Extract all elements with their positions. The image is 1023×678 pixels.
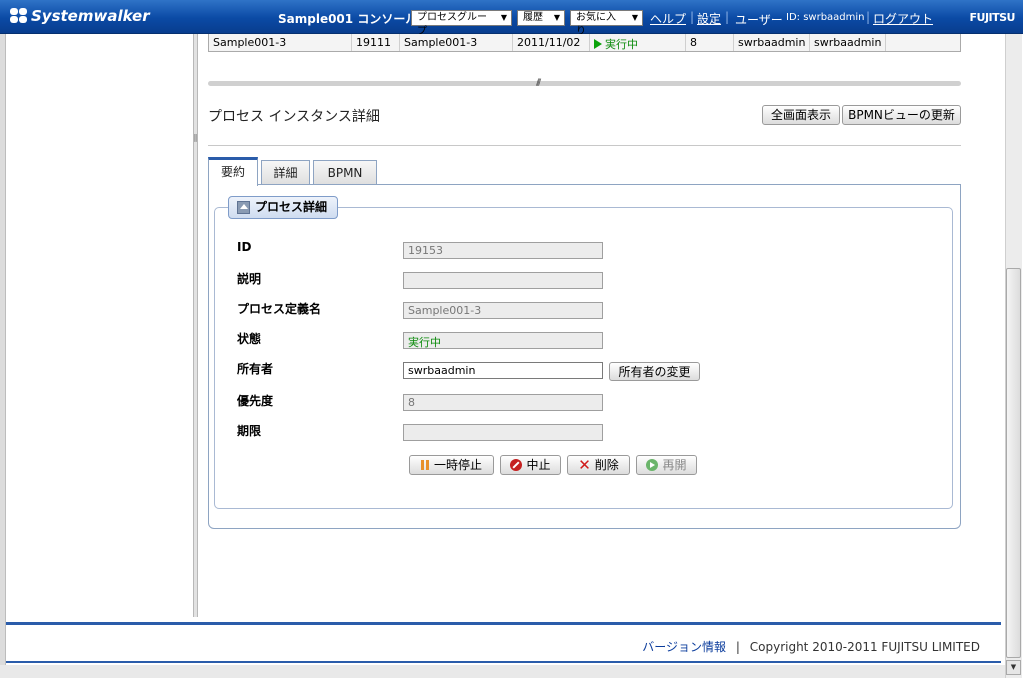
- console-title: Sample001 コンソール: [278, 12, 418, 26]
- cell-process-name: Sample001-3: [209, 34, 352, 51]
- refresh-bpmn-button[interactable]: BPMNビューの更新: [842, 105, 961, 125]
- priority-field: 8: [403, 394, 603, 411]
- page-title: プロセス インスタンス詳細: [208, 109, 380, 125]
- id-field: 19153: [403, 242, 603, 259]
- abort-button[interactable]: 中止: [500, 455, 561, 475]
- definition-name-field: Sample001-3: [403, 302, 603, 319]
- chevron-down-icon: ▼: [631, 13, 638, 22]
- id-label: ID: [237, 240, 252, 254]
- chevron-down-icon: ▼: [500, 13, 507, 22]
- horizontal-splitter[interactable]: [208, 81, 961, 86]
- navigation-panel: [6, 34, 193, 617]
- scroll-down-icon[interactable]: ▼: [1006, 660, 1021, 675]
- history-menu-label: 履歴: [523, 12, 543, 23]
- footer-text: バージョン情報 | Copyright 2010-2011 FUJITSU LI…: [642, 638, 980, 655]
- pause-icon: [420, 460, 430, 470]
- copyright: Copyright 2010-2011 FUJITSU LIMITED: [749, 640, 980, 654]
- delete-button[interactable]: ✕ 削除: [567, 455, 630, 475]
- process-details-legend[interactable]: プロセス詳細: [228, 196, 339, 219]
- status-text: 実行中: [605, 38, 638, 51]
- history-menu[interactable]: 履歴 ▼: [517, 10, 565, 26]
- running-status-icon: [594, 39, 602, 49]
- due-date-field: [403, 424, 603, 441]
- settings-link[interactable]: 設定: [697, 10, 721, 27]
- table-row[interactable]: Sample001-3 19111 Sample001-3 2011/11/02…: [208, 34, 961, 52]
- due-date-label: 期限: [237, 424, 262, 438]
- fujitsu-logo: FUJITSU: [969, 11, 1016, 24]
- cell-definition: Sample001-3: [400, 34, 513, 51]
- cell-process-id: 19111: [352, 34, 400, 51]
- window-bottom-border: [0, 665, 1005, 678]
- priority-label: 優先度: [237, 394, 274, 408]
- definition-name-label: プロセス定義名: [237, 302, 322, 316]
- delete-label: 削除: [594, 458, 619, 472]
- section-divider: [208, 145, 961, 146]
- collapse-icon[interactable]: [237, 201, 250, 214]
- header-separator: |: [725, 10, 730, 24]
- close-icon: ✕: [578, 456, 591, 474]
- suspend-label: 一時停止: [433, 458, 482, 472]
- tab-details[interactable]: 詳細: [261, 160, 310, 185]
- app-header: Systemwalker Sample001 コンソール プロセスグループ ▼ …: [0, 0, 1023, 37]
- scrollbar-thumb[interactable]: [1006, 268, 1021, 658]
- splitter-grip-icon[interactable]: ///: [536, 78, 541, 88]
- cell-priority: 8: [686, 34, 734, 51]
- tab-bpmn[interactable]: BPMN: [313, 160, 377, 185]
- fieldset-title: プロセス詳細: [255, 200, 328, 214]
- header-separator: |: [866, 10, 871, 24]
- brand-name: Systemwalker: [31, 7, 150, 25]
- cell-empty: [886, 34, 960, 51]
- cell-initiator: swrbaadmin: [810, 34, 886, 51]
- fullscreen-button[interactable]: 全画面表示: [762, 105, 840, 125]
- abort-label: 中止: [526, 458, 551, 472]
- systemwalker-logo: Systemwalker: [10, 7, 150, 25]
- owner-label: 所有者: [237, 362, 274, 376]
- process-group-menu[interactable]: プロセスグループ ▼: [411, 10, 512, 37]
- logout-link[interactable]: ログアウト: [873, 10, 933, 27]
- cell-status: 実行中: [590, 34, 686, 51]
- play-icon: [646, 459, 659, 471]
- footer-separator: |: [735, 640, 740, 654]
- tab-summary[interactable]: 要約: [208, 157, 258, 186]
- resume-label: 再開: [662, 458, 687, 472]
- description-label: 説明: [237, 272, 262, 286]
- resume-button[interactable]: 再開: [636, 455, 697, 475]
- stop-icon: [510, 459, 523, 471]
- systemwalker-logo-icon: [10, 8, 28, 24]
- state-label: 状態: [237, 332, 262, 346]
- header-separator: |: [690, 10, 695, 24]
- suspend-button[interactable]: 一時停止: [409, 455, 494, 475]
- version-info-link[interactable]: バージョン情報: [642, 640, 726, 654]
- user-label: ユーザー: [735, 13, 783, 27]
- description-field: [403, 272, 603, 289]
- change-owner-button[interactable]: 所有者の変更: [609, 362, 700, 381]
- user-id: ID: swrbaadmin: [786, 12, 865, 23]
- cell-date: 2011/11/02: [513, 34, 590, 51]
- cell-owner: swrbaadmin: [734, 34, 810, 51]
- help-link[interactable]: ヘルプ: [650, 10, 686, 27]
- vertical-splitter[interactable]: [193, 34, 198, 617]
- splitter-grip-icon[interactable]: ∥: [193, 134, 198, 148]
- owner-field[interactable]: swrbaadmin: [403, 362, 603, 379]
- chevron-down-icon: ▼: [553, 13, 560, 22]
- state-field: 実行中: [403, 332, 603, 349]
- favorites-menu[interactable]: お気に入り ▼: [570, 10, 643, 37]
